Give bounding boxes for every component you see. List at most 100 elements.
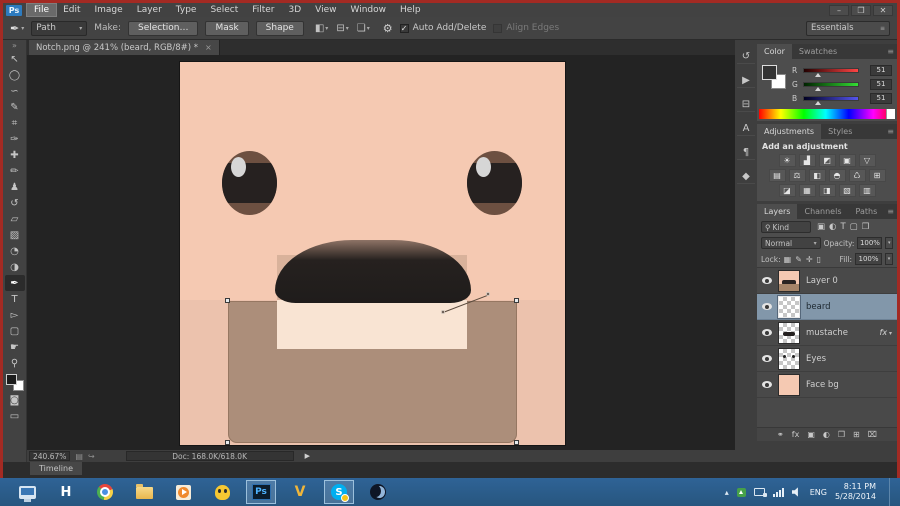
tool-type[interactable]: T [5,291,25,307]
adjustment-channel-mixer[interactable]: ♺ [848,169,866,182]
adjustment-levels[interactable]: ▟ [798,154,816,167]
menu-item-help[interactable]: Help [393,4,428,16]
visibility-eye-icon[interactable] [762,329,772,336]
auto-add-delete-checkbox[interactable]: ✓ Auto Add/Delete [399,23,486,33]
layers-footer-icon-new-layer[interactable]: ⊞ [853,430,860,439]
adjustment-brightness-contrast[interactable]: ☀ [778,154,796,167]
layers-footer-icon-link-layers[interactable]: ⚭ [777,430,784,439]
tool-clone-stamp[interactable]: ♟ [5,179,25,195]
network-icon[interactable] [753,488,767,497]
layer-thumbnail[interactable] [778,269,800,292]
panel-tab-adjustments[interactable]: Adjustments [757,124,822,139]
tool-blur[interactable]: ◔ [5,243,25,259]
tool-lasso[interactable]: ∽ [5,83,25,99]
menu-item-type[interactable]: Type [169,4,204,16]
lock-icon-lock-all[interactable]: ▯ [817,255,821,264]
dock-icon-libraries[interactable]: ⊟ [737,98,755,112]
tool-screen-mode[interactable]: ▭ [5,408,25,424]
menu-item-3d[interactable]: 3D [282,4,309,16]
layer-thumbnail[interactable] [778,373,800,396]
panel-tab-paths[interactable]: Paths [849,204,885,219]
fx-badge[interactable]: fx [880,328,892,337]
option-icon-path-operations[interactable]: ◧ ▾ [315,23,328,34]
layer-row-beard[interactable]: beard [757,294,897,320]
menu-item-file[interactable]: File [25,3,58,17]
lock-icon-lock-position[interactable]: ✛ [806,255,813,264]
layer-thumbnail[interactable] [778,295,800,318]
close-tab-icon[interactable]: × [205,43,212,52]
option-icon-path-alignment[interactable]: ⊟ ▾ [336,23,348,34]
restore-button[interactable]: ❐ [851,4,871,16]
slider-thumb-icon[interactable] [814,72,821,77]
menu-item-view[interactable]: View [308,4,343,16]
bezier-handle-point[interactable] [441,310,445,314]
start-button[interactable] [12,480,42,504]
tool-quick-selection[interactable]: ✎ [5,99,25,115]
channel-slider[interactable] [803,81,859,91]
opacity-scrubber[interactable]: ▾ [885,237,893,249]
layers-footer-icon-layer-mask[interactable]: ▣ [807,430,815,439]
fill-scrubber[interactable]: ▾ [885,253,893,265]
show-desktop-button[interactable] [889,478,894,506]
adjustment-vibrance[interactable]: ▽ [858,154,876,167]
tool-shape[interactable]: ▢ [5,323,25,339]
canvas-area[interactable] [27,55,735,450]
foreground-color-swatch[interactable] [762,65,777,80]
panel-menu-icon[interactable]: ≡ [887,207,897,216]
tool-marquee[interactable]: ◯ [5,67,25,83]
layers-footer-icon-new-group[interactable]: ❒ [838,430,845,439]
lock-icon-lock-transparency[interactable]: ▦ [784,255,792,264]
taskbar-clock[interactable]: 8:11 PM 5/28/2014 [835,482,876,502]
taskbar-app-h[interactable]: H [51,480,81,504]
layer-row-face-bg[interactable]: Face bg [757,372,897,398]
panel-color-swatches[interactable] [762,65,786,89]
panel-menu-icon[interactable]: ≡ [887,47,897,56]
taskbar-skype[interactable]: S [324,480,354,504]
tool-brush[interactable]: ✏ [5,163,25,179]
tool-spot-healing[interactable]: ✚ [5,147,25,163]
taskbar-photoshop[interactable]: Ps [246,480,276,504]
white-chip[interactable] [886,109,895,119]
workspace-switcher[interactable]: Essentials ≡ [806,20,890,36]
path-anchor[interactable] [514,298,519,303]
dock-icon-paragraph[interactable]: ¶ [737,146,755,160]
layers-footer-icon-new-adjustment-layer[interactable]: ◐ [823,430,830,439]
taskbar-file-explorer[interactable] [129,480,159,504]
make-selection-button[interactable]: Selection… [127,20,199,36]
channel-value-field[interactable]: 51 [870,78,892,90]
color-swatches[interactable] [5,374,24,391]
path-anchor[interactable] [225,298,230,303]
layer-thumbnail[interactable] [778,321,800,344]
collapse-tools-icon[interactable]: » [12,40,17,51]
panel-tab-swatches[interactable]: Swatches [792,44,844,59]
layer-row-eyes[interactable]: Eyes [757,346,897,372]
dock-icon-history[interactable]: ↺ [737,50,755,64]
path-anchor[interactable] [514,440,519,445]
filter-icon-filter-smart-objects[interactable]: ❒ [862,222,870,232]
tool-quick-mask[interactable]: ◙ [5,392,25,408]
taskbar-chrome[interactable] [90,480,120,504]
opacity-field[interactable]: 100% [857,237,883,249]
tool-hand[interactable]: ☛ [5,339,25,355]
adjustment-curves[interactable]: ◩ [818,154,836,167]
lock-icon-lock-pixels[interactable]: ✎ [795,255,802,264]
layer-thumbnail[interactable] [778,347,800,370]
fill-field[interactable]: 100% [855,253,882,265]
tool-crop[interactable]: ⌗ [5,115,25,131]
layer-row-layer-0[interactable]: Layer 0 [757,268,897,294]
adjustment-invert[interactable]: ◪ [778,184,796,197]
zoom-level-field[interactable]: 240.67% [29,451,71,461]
filter-icon-filter-adjustment-layers[interactable]: ◐ [829,222,836,232]
panel-menu-icon[interactable]: ≡ [887,127,897,136]
update-tray-icon[interactable] [736,487,746,497]
adjustment-posterize[interactable]: ▦ [798,184,816,197]
tool-mode-dropdown[interactable]: Path ▾ [31,20,88,36]
adjustment-gradient-map[interactable]: ▥ [858,184,876,197]
menu-item-edit[interactable]: Edit [56,4,87,16]
layer-row-mustache[interactable]: mustache fx [757,320,897,346]
slider-thumb-icon[interactable] [814,86,821,91]
make-mask-button[interactable]: Mask [205,20,249,36]
taskbar-game[interactable] [207,480,237,504]
minimize-button[interactable]: – [829,4,849,16]
layers-footer-icon-delete-layer[interactable]: ⌧ [868,430,877,439]
